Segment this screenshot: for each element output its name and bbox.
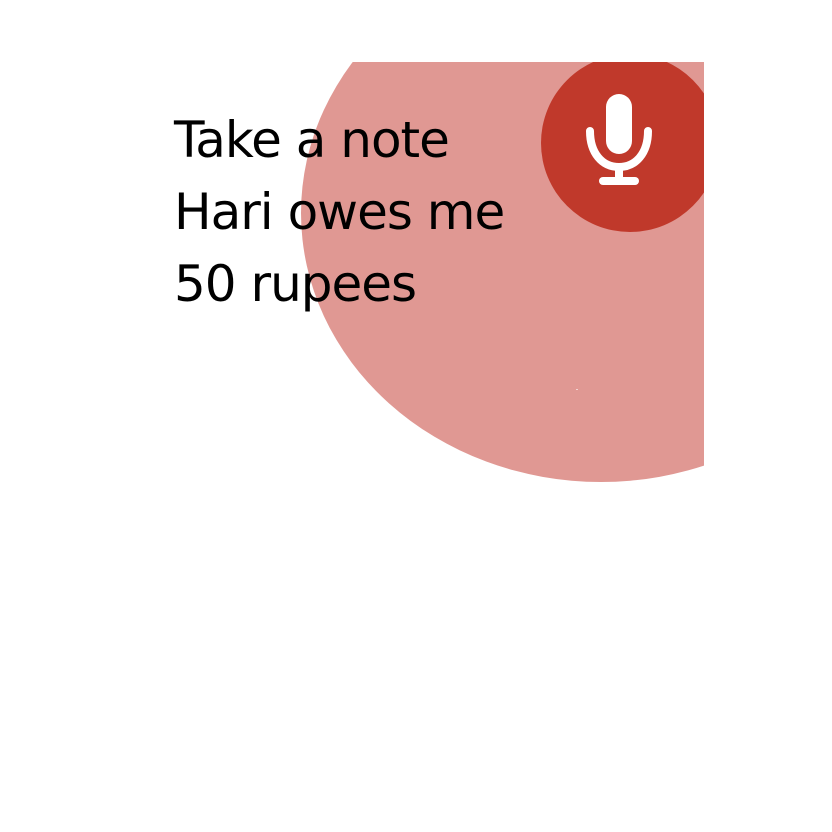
microphone-icon [585,94,652,185]
voice-input-screen: Take a note Hari owes me 50 rupees [0,62,704,832]
transcript-line-2: Hari owes me [174,183,505,241]
voice-transcript: Take a note Hari owes me 50 rupees [174,104,505,320]
ripple-artifact [576,389,578,390]
transcript-line-3: 50 rupees [174,255,417,313]
transcript-line-1: Take a note [174,111,450,169]
